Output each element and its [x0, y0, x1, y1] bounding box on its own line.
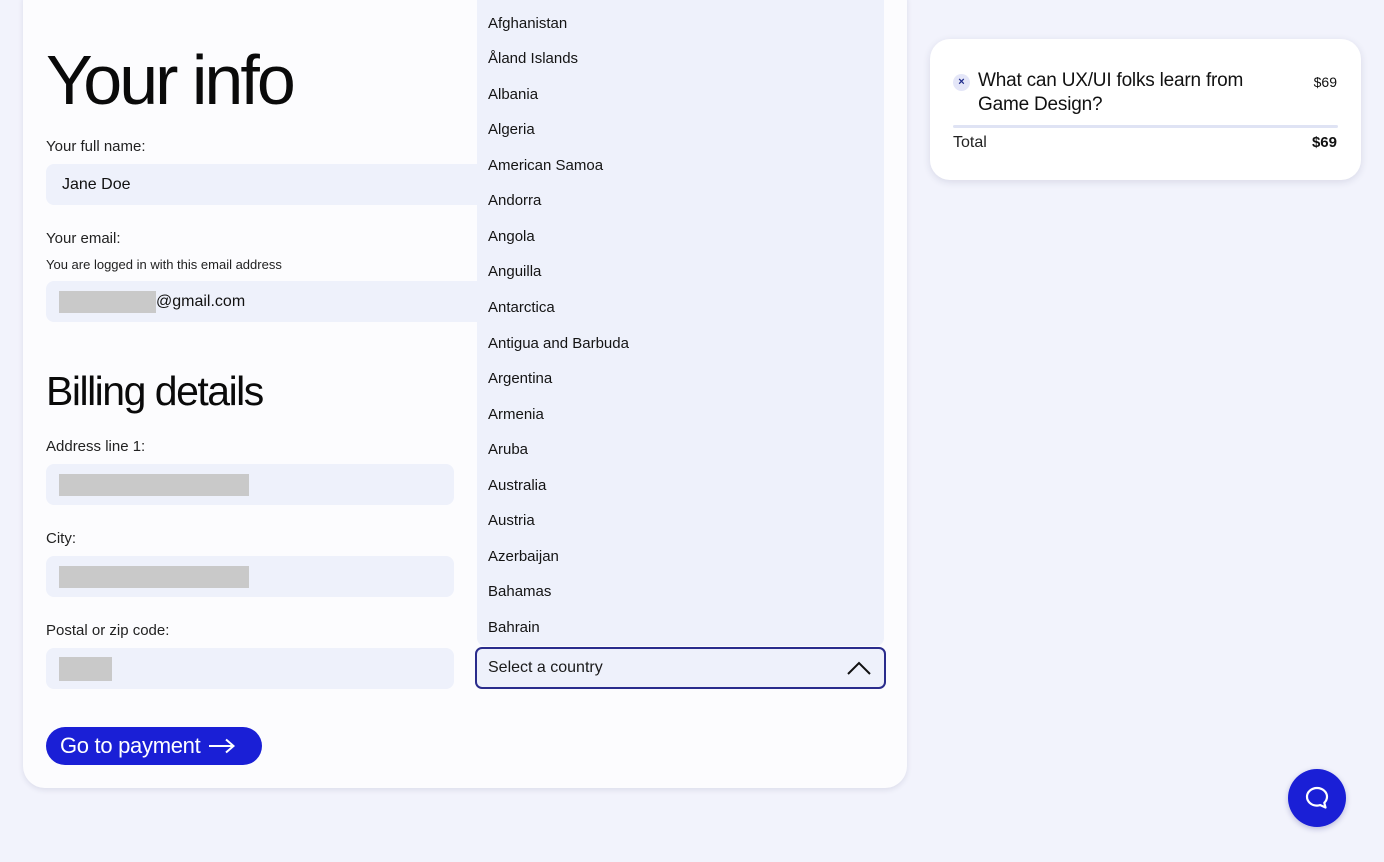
full-name-field[interactable]: Jane Doe	[46, 164, 486, 205]
order-summary-card: × What can UX/UI folks learn from Game D…	[930, 39, 1361, 180]
city-field[interactable]	[46, 556, 454, 597]
country-option[interactable]: American Samoa	[488, 151, 603, 181]
email-note: You are logged in with this email addres…	[46, 257, 282, 272]
page-title: Your info	[46, 41, 296, 119]
country-select-placeholder: Select a country	[488, 659, 603, 676]
address-field[interactable]	[46, 464, 454, 505]
country-option[interactable]: Armenia	[488, 400, 544, 430]
email-field: @gmail.com	[46, 281, 486, 322]
country-option[interactable]: Australia	[488, 471, 546, 501]
redacted-postal	[59, 656, 112, 681]
chevron-up-icon	[847, 661, 871, 675]
country-option[interactable]: Argentina	[488, 364, 552, 394]
postal-field[interactable]	[46, 648, 454, 689]
close-icon[interactable]: ×	[953, 74, 970, 91]
chat-button[interactable]	[1288, 769, 1346, 827]
summary-divider	[953, 125, 1338, 128]
billing-title: Billing details	[46, 368, 264, 414]
country-option[interactable]: Bahrain	[488, 613, 540, 643]
redacted-address	[59, 473, 249, 496]
postal-label: Postal or zip code:	[46, 622, 170, 639]
country-option[interactable]: Anguilla	[488, 257, 541, 287]
country-option[interactable]: Antarctica	[488, 293, 555, 323]
email-domain: @gmail.com	[156, 292, 246, 310]
country-option[interactable]: Angola	[488, 222, 535, 252]
country-option[interactable]: Åland Islands	[488, 44, 578, 74]
country-option[interactable]: Bahamas	[488, 577, 551, 607]
summary-item-price: $69	[1313, 74, 1337, 90]
country-option[interactable]: Afghanistan	[488, 9, 567, 39]
country-option[interactable]: Austria	[488, 506, 535, 536]
country-option[interactable]: Azerbaijan	[488, 542, 559, 572]
redacted-city	[59, 565, 249, 588]
chat-bubble-icon	[1305, 786, 1329, 809]
country-select[interactable]: Select a country	[475, 647, 886, 689]
country-option[interactable]: Algeria	[488, 115, 535, 145]
country-dropdown-list[interactable]: Afghanistan Åland Islands Albania Algeri…	[477, 0, 884, 646]
arrow-right-icon	[208, 738, 236, 754]
city-label: City:	[46, 530, 76, 547]
country-option[interactable]: Albania	[488, 80, 538, 110]
full-name-value: Jane Doe	[62, 175, 131, 193]
email-label: Your email:	[46, 230, 121, 247]
summary-item-title: What can UX/UI folks learn from Game Des…	[978, 70, 1244, 115]
go-to-payment-button[interactable]: Go to payment	[46, 727, 262, 765]
total-value: $69	[1311, 134, 1337, 151]
full-name-label: Your full name:	[46, 138, 146, 155]
country-option[interactable]: Antigua and Barbuda	[488, 329, 629, 359]
country-option[interactable]: Aruba	[488, 435, 528, 465]
go-to-payment-label: Go to payment	[60, 733, 201, 758]
redacted-email-user	[59, 290, 156, 313]
total-label: Total	[953, 134, 987, 151]
country-option[interactable]: Andorra	[488, 186, 541, 216]
address-label: Address line 1:	[46, 438, 146, 455]
